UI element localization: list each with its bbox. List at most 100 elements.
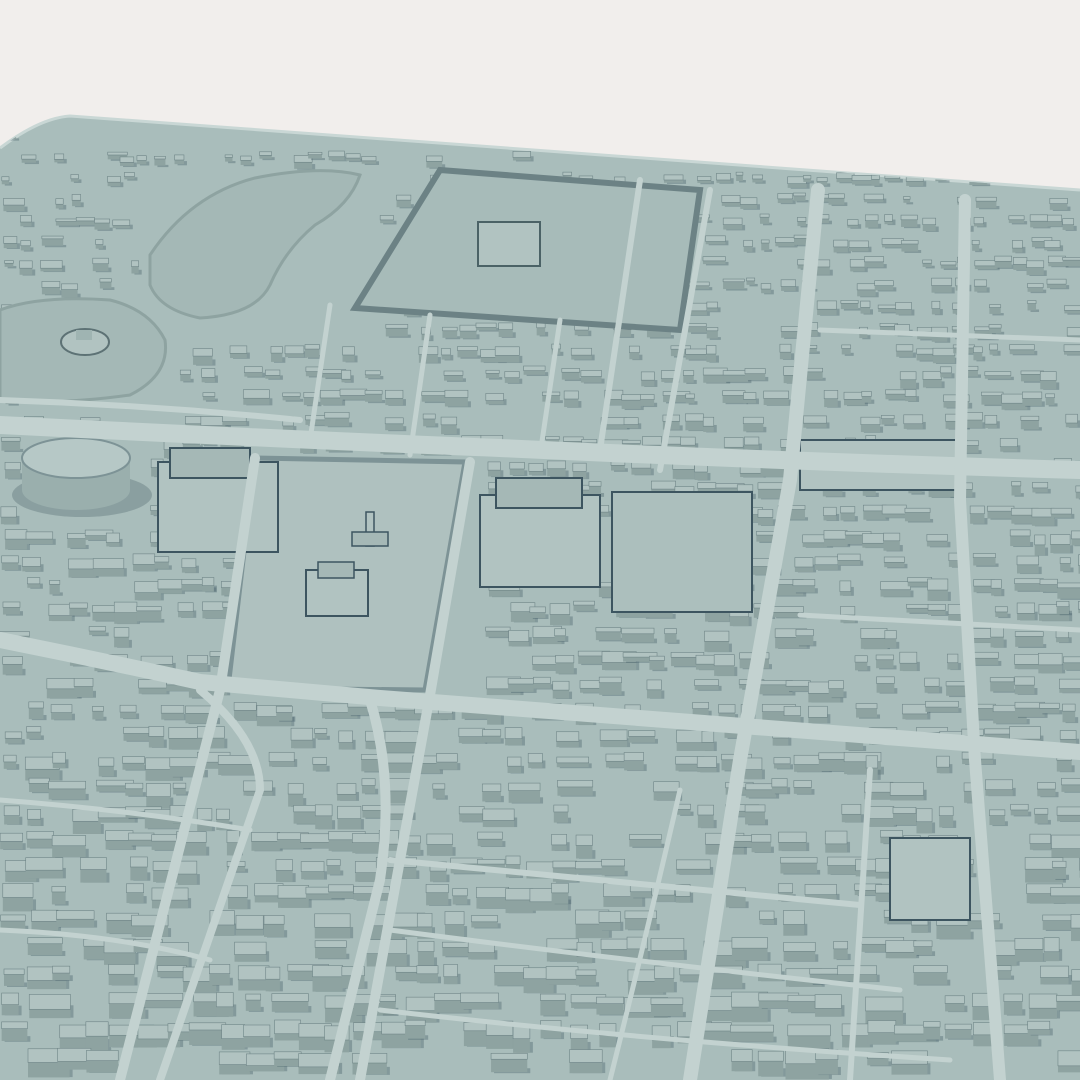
building-block [482, 808, 518, 828]
building-block [792, 579, 818, 594]
building-block [721, 195, 744, 207]
building-block [552, 680, 573, 699]
building-block [895, 344, 916, 358]
city-model-render [0, 0, 1080, 1080]
building-block [705, 235, 729, 246]
building-block [899, 651, 920, 672]
building-block [676, 859, 714, 875]
building-block [41, 235, 67, 248]
building-block [263, 915, 288, 938]
building-block [926, 534, 951, 548]
building-block [1037, 782, 1059, 798]
building-block [944, 1023, 975, 1040]
building-block [1022, 391, 1045, 407]
building-block [508, 782, 544, 804]
building-block [1014, 631, 1047, 648]
building-block [108, 964, 138, 986]
building-block [685, 348, 710, 361]
building-block [125, 782, 146, 797]
building-block [1050, 886, 1080, 904]
building-block [328, 150, 348, 162]
building-block [523, 365, 549, 377]
building-block [650, 997, 686, 1018]
building-block [848, 240, 872, 253]
building-block [242, 389, 273, 406]
building-block [444, 389, 471, 408]
building-block [1009, 344, 1038, 356]
courtyard-building [889, 837, 971, 921]
building-block [177, 602, 197, 618]
building-block [654, 965, 677, 993]
building-block [663, 174, 687, 184]
building-block [1062, 257, 1080, 268]
building-block [875, 654, 897, 670]
building-block [561, 368, 583, 382]
building-block [122, 756, 148, 771]
building-block [972, 553, 999, 567]
building-block [1016, 602, 1038, 621]
building-block [1050, 507, 1075, 519]
building-block [1009, 529, 1034, 548]
building-block [713, 654, 738, 677]
building-block [722, 217, 746, 231]
building-block [1014, 676, 1038, 695]
building-block [744, 804, 769, 826]
building-block [546, 460, 569, 478]
building-block [209, 964, 233, 986]
building-block [841, 803, 864, 823]
building-block [3, 198, 28, 213]
building-block [984, 371, 1014, 381]
building-block [837, 553, 864, 566]
building-block [145, 783, 174, 809]
building-block [730, 1024, 777, 1043]
building-block [444, 911, 468, 938]
building-block [3, 805, 23, 825]
building-block [192, 348, 216, 366]
building-block [1063, 344, 1080, 356]
building-block [1028, 993, 1061, 1019]
building-block [573, 600, 598, 613]
building-block [795, 629, 817, 647]
building-block [731, 1049, 756, 1072]
building-block [1043, 240, 1064, 252]
building-block [92, 558, 127, 577]
building-block [1071, 969, 1080, 996]
building-block [744, 368, 769, 382]
building-block [889, 782, 927, 801]
building-block [1061, 777, 1080, 793]
building-block [814, 994, 845, 1017]
building-block [25, 857, 66, 879]
building-block [314, 913, 354, 939]
building-block [624, 910, 660, 931]
building-block [404, 1019, 429, 1040]
building-block [1071, 530, 1080, 547]
building-block [314, 940, 350, 960]
building-block [824, 830, 851, 853]
building-block [475, 322, 500, 332]
building-block [86, 1050, 122, 1073]
building-block [470, 915, 501, 929]
building-block [751, 834, 774, 853]
building-block [243, 1024, 273, 1048]
building-block [855, 703, 881, 719]
building-block [504, 727, 525, 746]
building-block [628, 730, 658, 744]
building-block [876, 676, 898, 694]
city-model-scene [0, 0, 1080, 1080]
building-block [569, 1049, 606, 1074]
building-block [1038, 652, 1066, 674]
building-block [2, 601, 23, 616]
building-block [244, 366, 266, 378]
building-block [551, 834, 570, 852]
building-block [533, 676, 554, 690]
large-hall-west [157, 447, 279, 553]
building-block [621, 627, 658, 644]
building-block [21, 557, 44, 572]
building-block [27, 937, 66, 957]
building-block [0, 506, 20, 525]
building-block [119, 704, 140, 720]
building-block [0, 832, 26, 850]
building-block [234, 941, 270, 962]
building-block [694, 679, 722, 691]
building-block [595, 627, 624, 642]
